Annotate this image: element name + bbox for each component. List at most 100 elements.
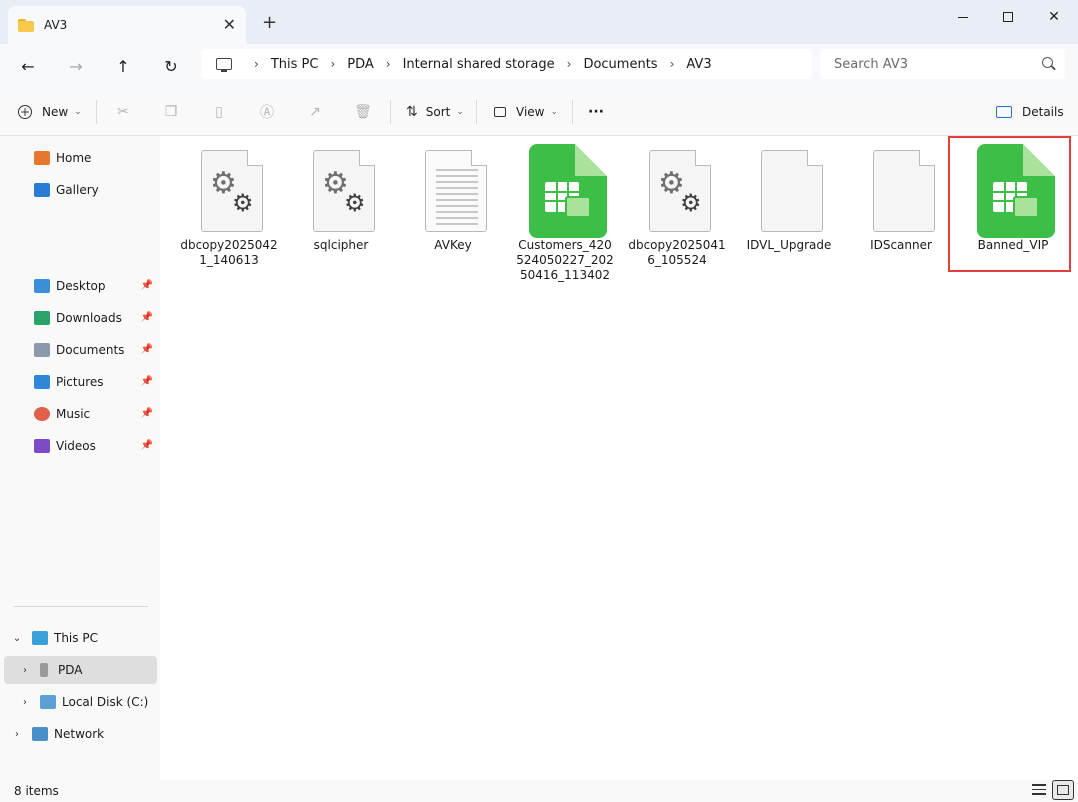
- desktop-icon: [34, 279, 50, 293]
- close-window-button[interactable]: ✕: [1031, 4, 1077, 30]
- pictures-icon: [34, 375, 50, 389]
- sidebar-item-documents[interactable]: Documents 📌: [4, 336, 157, 364]
- breadcrumb-separator: ›: [669, 57, 675, 71]
- breadcrumb-separator: ›: [254, 57, 259, 71]
- chevron-down-icon: ⌄: [550, 107, 559, 117]
- maximize-button[interactable]: [985, 4, 1031, 30]
- chevron-down-icon: ⌄: [74, 107, 82, 117]
- trash-icon: 🗑: [354, 104, 372, 120]
- view-button[interactable]: View ⌄: [494, 100, 558, 124]
- sidebar-item-label: Videos: [56, 439, 96, 453]
- share-icon: ↗: [309, 104, 321, 120]
- chevron-right-icon[interactable]: ›: [18, 697, 32, 708]
- pin-icon[interactable]: 📌: [141, 408, 153, 419]
- pin-icon[interactable]: 📌: [141, 440, 153, 451]
- breadcrumb-internal-storage[interactable]: Internal shared storage: [403, 57, 555, 72]
- search-input[interactable]: Search AV3: [820, 49, 1065, 79]
- breadcrumb-separator: ›: [330, 57, 336, 71]
- paste-button[interactable]: ▯: [210, 100, 228, 124]
- details-button[interactable]: Details: [996, 100, 1064, 124]
- breadcrumb-documents[interactable]: Documents: [583, 57, 657, 72]
- file-name: Customers_420524050227_20250416_113402: [516, 238, 614, 282]
- clipboard-icon: ▯: [215, 104, 223, 120]
- address-bar[interactable]: › This PC › PDA › Internal shared storag…: [202, 49, 812, 79]
- tab-av3[interactable]: AV3 ✕: [8, 6, 246, 44]
- search-icon: [1042, 57, 1053, 68]
- video-icon: [34, 439, 50, 453]
- pin-icon[interactable]: 📌: [141, 376, 153, 387]
- breadcrumb-pda[interactable]: PDA: [347, 57, 374, 72]
- sidebar-item-pictures[interactable]: Pictures 📌: [4, 368, 157, 396]
- delete-button[interactable]: 🗑: [354, 100, 372, 124]
- more-options-button[interactable]: ···: [588, 100, 604, 124]
- sidebar-item-videos[interactable]: Videos 📌: [4, 432, 157, 460]
- file-item[interactable]: IDVL_Upgrade: [734, 142, 844, 253]
- gallery-icon: [34, 183, 50, 197]
- navigation-bar: ← → ↑ ↻ › This PC › PDA › Internal share…: [0, 44, 1078, 88]
- sidebar-item-label: PDA: [58, 663, 83, 677]
- breadcrumb-this-pc[interactable]: This PC: [271, 57, 319, 72]
- settings-file-icon: ⚙ ⚙: [637, 142, 717, 234]
- file-name: dbcopy20250416_105524: [628, 238, 726, 267]
- back-button[interactable]: ←: [13, 52, 43, 80]
- download-icon: [34, 311, 50, 325]
- share-button[interactable]: ↗: [306, 100, 324, 124]
- home-icon: [34, 151, 50, 165]
- view-icon: [494, 107, 506, 117]
- minimize-button[interactable]: [940, 4, 986, 30]
- file-item[interactable]: ⚙ ⚙ sqlcipher: [286, 142, 396, 253]
- sidebar-item-this-pc[interactable]: ⌄ This PC: [4, 624, 157, 652]
- file-item[interactable]: IDScanner: [846, 142, 956, 253]
- copy-button[interactable]: ❐: [162, 100, 180, 124]
- sidebar-item-local-disk[interactable]: › Local Disk (C:): [4, 688, 157, 716]
- file-name: IDScanner: [870, 238, 932, 252]
- drive-icon: [40, 695, 56, 709]
- spreadsheet-icon: [525, 142, 607, 238]
- file-item[interactable]: Customers_420524050227_20250416_113402: [510, 142, 620, 283]
- chevron-right-icon[interactable]: ›: [18, 665, 32, 676]
- pin-icon[interactable]: 📌: [141, 312, 153, 323]
- sidebar-item-desktop[interactable]: Desktop 📌: [4, 272, 157, 300]
- chevron-right-icon[interactable]: ›: [10, 729, 24, 740]
- view-label: View: [516, 105, 545, 119]
- chevron-down-icon[interactable]: ⌄: [10, 633, 24, 644]
- sidebar-item-gallery[interactable]: Gallery: [4, 176, 157, 204]
- new-button[interactable]: + New ⌄: [18, 100, 82, 124]
- copy-icon: ❐: [164, 104, 178, 120]
- large-icons-view-button[interactable]: [1052, 780, 1074, 800]
- scissors-icon: ✂: [117, 104, 129, 120]
- forward-button[interactable]: →: [61, 52, 91, 80]
- file-item[interactable]: ⚙ ⚙ dbcopy20250421_140613: [174, 142, 284, 268]
- file-name: AVKey: [434, 238, 472, 252]
- pin-icon[interactable]: 📌: [141, 344, 153, 355]
- file-name: IDVL_Upgrade: [746, 238, 832, 252]
- sidebar-item-network[interactable]: › Network: [4, 720, 157, 748]
- sidebar-item-pda[interactable]: › PDA: [4, 656, 157, 684]
- sidebar-item-downloads[interactable]: Downloads 📌: [4, 304, 157, 332]
- computer-icon: [32, 631, 48, 645]
- file-view: ⚙ ⚙ dbcopy20250421_140613 ⚙ ⚙ sqlcipher AV…: [160, 136, 1078, 780]
- navigation-pane: Home Gallery Desktop 📌 Downloads 📌 Docum…: [0, 136, 160, 780]
- highlight-frame: [948, 136, 1071, 272]
- rename-button[interactable]: Ⓐ: [258, 100, 276, 124]
- sidebar-item-label: Gallery: [56, 183, 99, 197]
- details-view-button[interactable]: [1032, 784, 1046, 796]
- refresh-button[interactable]: ↻: [156, 52, 186, 80]
- sidebar-item-label: Downloads: [56, 311, 122, 325]
- close-tab-icon[interactable]: ✕: [223, 15, 236, 34]
- breadcrumb-av3[interactable]: AV3: [686, 57, 711, 72]
- sidebar-item-label: Pictures: [56, 375, 104, 389]
- details-label: Details: [1022, 105, 1064, 119]
- sort-icon: ⇅: [406, 104, 418, 120]
- up-button[interactable]: ↑: [108, 52, 138, 80]
- cut-button[interactable]: ✂: [114, 100, 132, 124]
- sidebar-item-music[interactable]: Music 📌: [4, 400, 157, 428]
- file-item[interactable]: AVKey: [398, 142, 508, 253]
- sidebar-item-label: Local Disk (C:): [62, 695, 149, 709]
- sort-button[interactable]: ⇅ Sort ⌄: [406, 100, 464, 124]
- pin-icon[interactable]: 📌: [141, 280, 153, 291]
- sidebar-item-label: Music: [56, 407, 91, 421]
- new-tab-button[interactable]: +: [262, 12, 277, 33]
- sidebar-item-home[interactable]: Home: [4, 144, 157, 172]
- file-item[interactable]: ⚙ ⚙ dbcopy20250416_105524: [622, 142, 732, 268]
